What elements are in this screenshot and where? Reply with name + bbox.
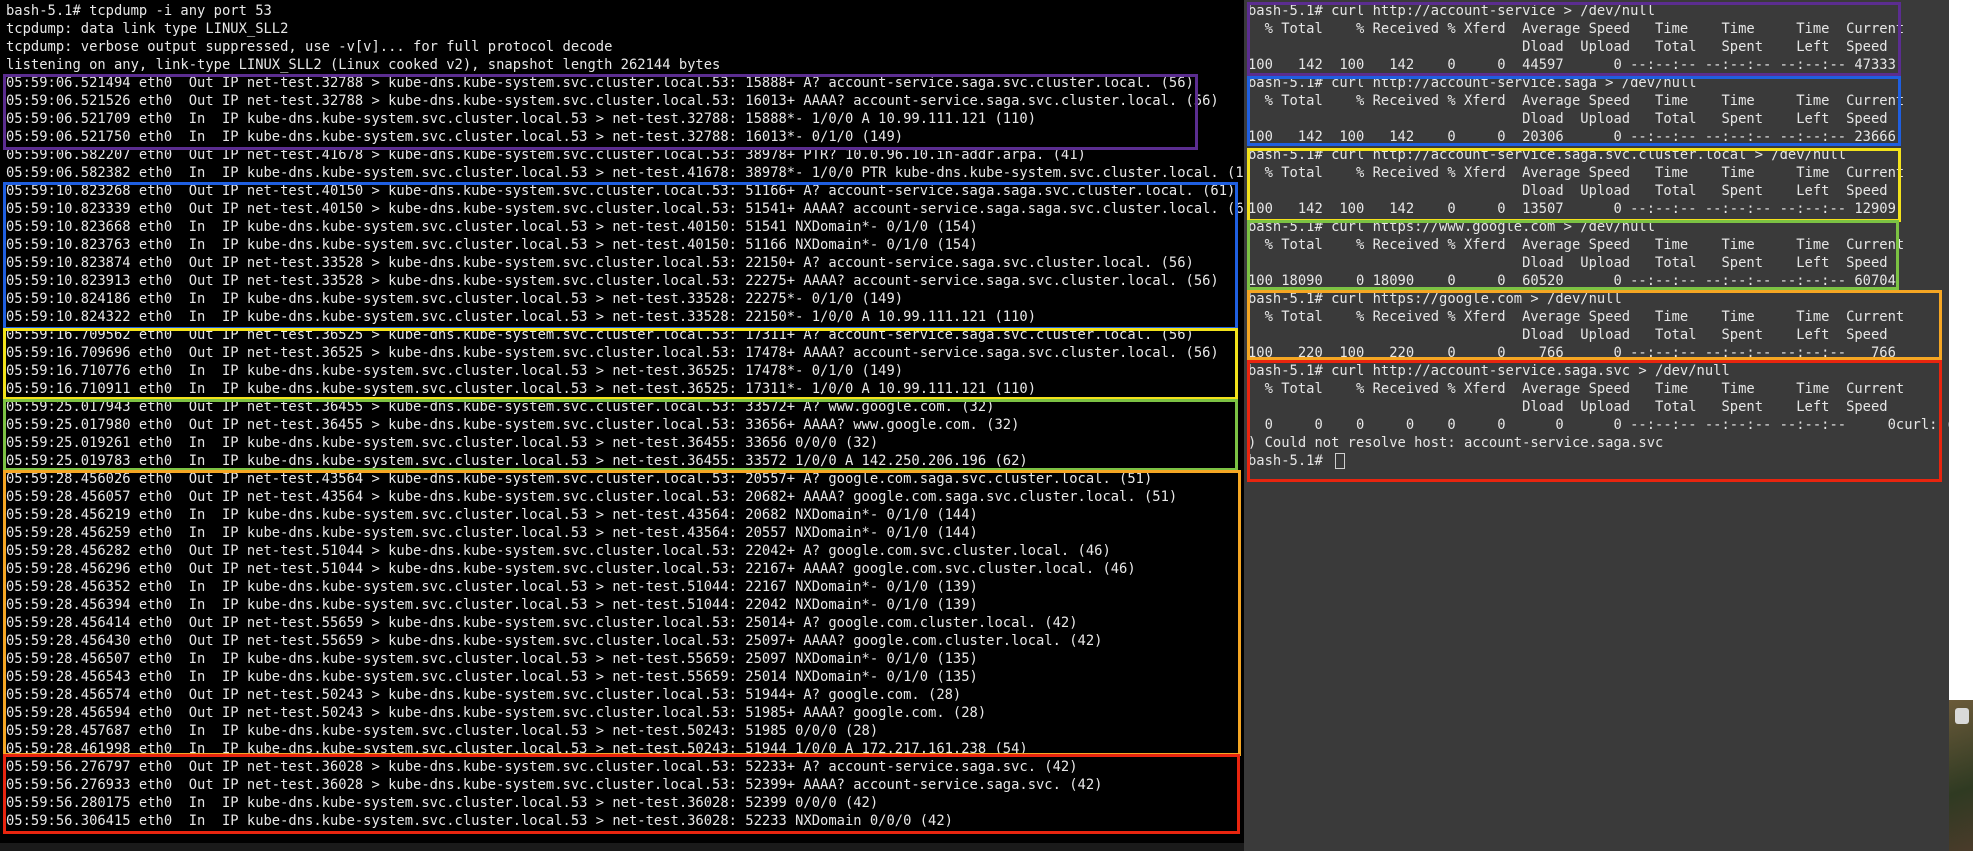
curl-output-line: Dload Upload Total Spent Left Speed <box>1248 327 1888 343</box>
tcpdump-output-line: 05:59:10.823339 eth0 Out IP net-test.401… <box>6 201 1244 217</box>
tcpdump-output-line: 05:59:28.456594 eth0 Out IP net-test.502… <box>6 705 987 721</box>
tcpdump-output-line: 05:59:16.709562 eth0 Out IP net-test.365… <box>6 327 1194 343</box>
tcpdump-output-line: 05:59:28.456057 eth0 Out IP net-test.435… <box>6 489 1178 505</box>
tcpdump-output-line: 05:59:25.017943 eth0 Out IP net-test.364… <box>6 399 995 415</box>
terminal-cursor <box>1335 453 1346 469</box>
background-chip <box>1955 708 1969 724</box>
tcpdump-output-line: 05:59:10.823668 eth0 In IP kube-dns.kube… <box>6 219 978 235</box>
curl-output-line: 100 220 100 220 0 0 766 0 --:--:-- --:--… <box>1248 345 1896 361</box>
curl-output-line: bash-5.1# curl http://account-service.sa… <box>1248 147 1847 163</box>
tcpdump-output-line: 05:59:10.824322 eth0 In IP kube-dns.kube… <box>6 309 1036 325</box>
tcpdump-output-line: 05:59:06.521526 eth0 Out IP net-test.327… <box>6 93 1219 109</box>
curl-output-line: ) Could not resolve host: account-servic… <box>1248 435 1664 451</box>
curl-output-line: bash-5.1# curl https://google.com > /dev… <box>1248 291 1622 307</box>
tcpdump-output-line: 05:59:06.521709 eth0 In IP kube-dns.kube… <box>6 111 1036 127</box>
curl-output-line: 100 18090 0 18090 0 0 60520 0 --:--:-- -… <box>1248 273 1896 289</box>
curl-output-line: % Total % Received % Xferd Average Speed… <box>1248 165 1905 181</box>
tcpdump-output-line: 05:59:10.823874 eth0 Out IP net-test.335… <box>6 255 1194 271</box>
background-window-edge <box>1949 0 1973 851</box>
tcpdump-output-line: 05:59:28.456394 eth0 In IP kube-dns.kube… <box>6 597 978 613</box>
tcpdump-terminal-pane[interactable]: bash-5.1# tcpdump -i any port 53 tcpdump:… <box>0 0 1244 851</box>
curl-output-line: Dload Upload Total Spent Left Speed <box>1248 255 1888 271</box>
tcpdump-output-line: 05:59:10.824186 eth0 In IP kube-dns.kube… <box>6 291 904 307</box>
curl-output-line: % Total % Received % Xferd Average Speed… <box>1248 21 1905 37</box>
curl-output-line: Dload Upload Total Spent Left Speed <box>1248 111 1888 127</box>
tcpdump-output-line: 05:59:16.709696 eth0 Out IP net-test.365… <box>6 345 1219 361</box>
tcpdump-output-line: bash-5.1# tcpdump -i any port 53 <box>6 3 272 19</box>
curl-output-line: % Total % Received % Xferd Average Speed… <box>1248 381 1905 397</box>
tcpdump-output-line: 05:59:28.456219 eth0 In IP kube-dns.kube… <box>6 507 978 523</box>
tcpdump-output-line: 05:59:28.456507 eth0 In IP kube-dns.kube… <box>6 651 978 667</box>
curl-output-line: % Total % Received % Xferd Average Speed… <box>1248 237 1905 253</box>
curl-output-line: % Total % Received % Xferd Average Speed… <box>1248 93 1905 109</box>
tcpdump-output-line: 05:59:28.456296 eth0 Out IP net-test.510… <box>6 561 1136 577</box>
curl-output-line: bash-5.1# curl http://account-service.sa… <box>1248 363 1730 379</box>
curl-output-line: bash-5.1# <box>1248 452 1346 470</box>
tcpdump-output-line: 05:59:28.461998 eth0 In IP kube-dns.kube… <box>6 741 1028 757</box>
tcpdump-output-line: 05:59:28.456430 eth0 Out IP net-test.556… <box>6 633 1103 649</box>
tcpdump-output-line: 05:59:06.521750 eth0 In IP kube-dns.kube… <box>6 129 904 145</box>
tcpdump-output-line: 05:59:25.017980 eth0 Out IP net-test.364… <box>6 417 1020 433</box>
tcpdump-output-line: 05:59:16.710776 eth0 In IP kube-dns.kube… <box>6 363 904 379</box>
tcpdump-output-line: 05:59:28.457687 eth0 In IP kube-dns.kube… <box>6 723 879 739</box>
curl-output-line: 100 142 100 142 0 0 44597 0 --:--:-- --:… <box>1248 57 1896 73</box>
tcpdump-output-line: 05:59:28.456026 eth0 Out IP net-test.435… <box>6 471 1153 487</box>
tcpdump-output-line: 05:59:06.582207 eth0 Out IP net-test.416… <box>6 147 1086 163</box>
tcpdump-output-line: 05:59:10.823763 eth0 In IP kube-dns.kube… <box>6 237 978 253</box>
curl-output-line: 0 0 0 0 0 0 0 0 --:--:-- --:--:-- --:--:… <box>1248 417 1949 433</box>
tcpdump-output-line: listening on any, link-type LINUX_SLL2 (… <box>6 57 721 73</box>
curl-output-line: % Total % Received % Xferd Average Speed… <box>1248 309 1905 325</box>
curl-output-line: bash-5.1# curl https://www.google.com > … <box>1248 219 1656 235</box>
tcpdump-output-line: tcpdump: data link type LINUX_SLL2 <box>6 21 289 37</box>
tcpdump-output-line: 05:59:56.280175 eth0 In IP kube-dns.kube… <box>6 795 879 811</box>
tcpdump-output-line: 05:59:28.456543 eth0 In IP kube-dns.kube… <box>6 669 978 685</box>
tcpdump-output-line: 05:59:06.521494 eth0 Out IP net-test.327… <box>6 75 1194 91</box>
curl-output-line: Dload Upload Total Spent Left Speed <box>1248 399 1888 415</box>
tcpdump-output-line: 05:59:10.823268 eth0 Out IP net-test.401… <box>6 183 1236 199</box>
tcpdump-output-line: 05:59:06.582382 eth0 In IP kube-dns.kube… <box>6 165 1244 181</box>
curl-output-line: bash-5.1# curl http://account-service.sa… <box>1248 75 1697 91</box>
tcpdump-output-line: 05:59:28.456282 eth0 Out IP net-test.510… <box>6 543 1111 559</box>
curl-output-line: Dload Upload Total Spent Left Speed <box>1248 39 1888 55</box>
tcpdump-output-line: 05:59:28.456414 eth0 Out IP net-test.556… <box>6 615 1078 631</box>
curl-terminal-pane[interactable]: bash-5.1# curl http://account-service > … <box>1244 0 1949 851</box>
tcpdump-output-line: 05:59:16.710911 eth0 In IP kube-dns.kube… <box>6 381 1036 397</box>
curl-output-line: Dload Upload Total Spent Left Speed <box>1248 183 1888 199</box>
curl-output-line: bash-5.1# curl http://account-service > … <box>1248 3 1656 19</box>
tcpdump-output-line: 05:59:25.019261 eth0 In IP kube-dns.kube… <box>6 435 879 451</box>
tcpdump-output-line: 05:59:56.276933 eth0 Out IP net-test.360… <box>6 777 1103 793</box>
tcpdump-output-line: 05:59:56.306415 eth0 In IP kube-dns.kube… <box>6 813 953 829</box>
tcpdump-output-line: 05:59:28.456259 eth0 In IP kube-dns.kube… <box>6 525 978 541</box>
tcpdump-output-line: tcpdump: verbose output suppressed, use … <box>6 39 613 55</box>
curl-output-line: 100 142 100 142 0 0 13507 0 --:--:-- --:… <box>1248 201 1896 217</box>
tcpdump-output-line: 05:59:28.456352 eth0 In IP kube-dns.kube… <box>6 579 978 595</box>
curl-output-line: 100 142 100 142 0 0 20306 0 --:--:-- --:… <box>1248 129 1896 145</box>
horizontal-scrollbar[interactable] <box>0 843 1244 851</box>
tcpdump-output-line: 05:59:28.456574 eth0 Out IP net-test.502… <box>6 687 962 703</box>
tcpdump-output-line: 05:59:10.823913 eth0 Out IP net-test.335… <box>6 273 1219 289</box>
tcpdump-output-line: 05:59:56.276797 eth0 Out IP net-test.360… <box>6 759 1078 775</box>
tcpdump-output-line: 05:59:25.019783 eth0 In IP kube-dns.kube… <box>6 453 1028 469</box>
